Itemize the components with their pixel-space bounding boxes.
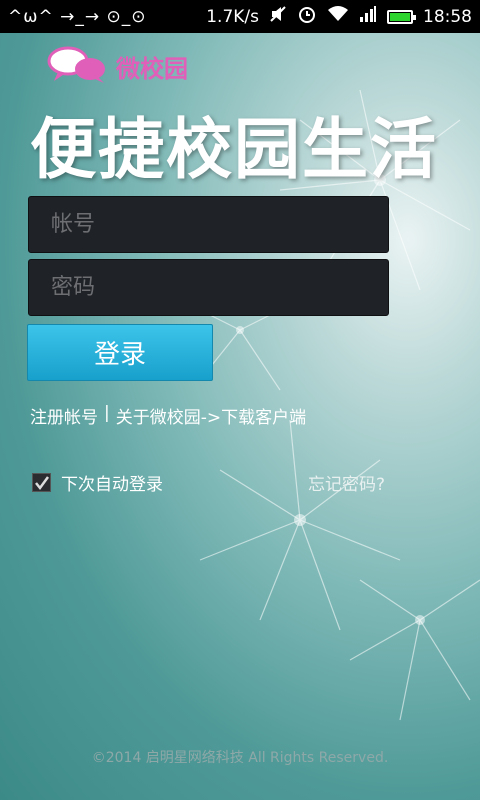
headline: 便捷校园生活	[30, 111, 438, 188]
login-button[interactable]: 登录	[27, 324, 213, 381]
battery-icon	[387, 9, 416, 24]
wifi-icon	[327, 5, 349, 28]
account-input[interactable]	[51, 212, 388, 237]
checkmark-icon	[34, 475, 49, 490]
clock: 18:58	[423, 6, 472, 27]
password-input[interactable]	[51, 275, 388, 300]
app-logo: 微校园	[46, 44, 188, 88]
footer-links: 注册帐号 | 关于微校园->下载客户端	[30, 403, 306, 428]
logo-text: 微校园	[116, 53, 188, 83]
auto-login-option[interactable]: 下次自动登录	[32, 470, 163, 495]
link-separator: |	[104, 403, 110, 423]
auto-login-label: 下次自动登录	[61, 475, 163, 495]
status-bar: ^ω^ →_→ ⊙_⊙ 1.7K/s 18:58	[0, 0, 480, 33]
forgot-password-link[interactable]: 忘记密码?	[308, 470, 385, 495]
account-field[interactable]	[28, 196, 389, 253]
network-speed: 1.7K/s	[206, 6, 259, 27]
chat-bubbles-icon	[46, 44, 110, 88]
signal-icon	[359, 5, 377, 28]
auto-login-checkbox[interactable]	[32, 473, 51, 492]
about-download-link[interactable]: 关于微校园->下载客户端	[116, 403, 306, 428]
status-emoticons: ^ω^ →_→ ⊙_⊙	[8, 6, 147, 27]
alarm-icon	[297, 4, 317, 29]
password-field[interactable]	[28, 259, 389, 316]
register-link[interactable]: 注册帐号	[30, 403, 98, 428]
mute-icon	[269, 5, 287, 28]
copyright-footer: ©2014 启明星网络科技 All Rights Reserved.	[91, 750, 389, 766]
